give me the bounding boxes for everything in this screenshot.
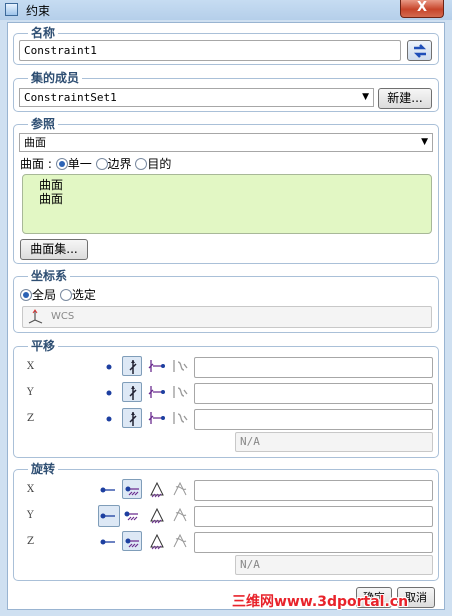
rotation-x-input[interactable] (194, 480, 433, 501)
chevron-down-icon: ▼ (362, 92, 369, 102)
function-icon[interactable] (170, 408, 190, 428)
translation-y-label: Y (27, 387, 34, 398)
radio-global-label: 全局 (32, 288, 57, 302)
translation-na-field: N/A (235, 432, 433, 452)
coord-section-title: 坐标系 (28, 269, 71, 283)
set-dropdown[interactable]: ConstraintSet1 ▼ (19, 88, 374, 107)
radio-boundary-label: 边界 (107, 157, 132, 171)
free-rotation-icon[interactable] (98, 505, 120, 527)
csys-icon (28, 309, 43, 324)
function-rotation-icon[interactable] (170, 531, 190, 551)
free-dot-icon[interactable] (99, 357, 119, 377)
csys-field[interactable]: WCS (22, 306, 432, 328)
radio-intent-label: 目的 (147, 157, 172, 171)
free-rotation-icon[interactable] (99, 480, 119, 500)
name-section-title: 名称 (28, 26, 59, 40)
surface-set-button[interactable]: 曲面集... (20, 239, 88, 260)
function-icon[interactable] (170, 382, 190, 402)
radio-single-label: 单一 (67, 157, 92, 171)
function-icon[interactable] (170, 356, 190, 376)
translation-x-input[interactable] (194, 357, 433, 378)
translation-x-label: X (27, 361, 35, 372)
rotation-na-field: N/A (235, 555, 433, 575)
translation-z-label: Z (27, 413, 34, 424)
reference-collector[interactable]: 曲面 曲面 (22, 174, 432, 234)
free-rotation-icon[interactable] (99, 532, 119, 552)
set-section-title: 集的成员 (28, 71, 83, 85)
fixed-arrow-icon[interactable] (122, 382, 142, 402)
reference-type-value: 曲面 (24, 136, 46, 149)
translation-section-title: 平移 (28, 339, 59, 353)
csys-value: WCS (51, 311, 75, 322)
fixed-arrow-icon[interactable] (122, 356, 142, 376)
free-dot-icon[interactable] (99, 383, 119, 403)
function-rotation-icon[interactable] (170, 505, 190, 525)
title-bar: 约束 X (0, 0, 452, 20)
prescribed-icon[interactable] (147, 382, 167, 402)
rotation-z-label: Z (27, 536, 34, 547)
radio-selected[interactable] (59, 289, 72, 301)
site-watermark: 三维网www.3dportal.cn (232, 594, 409, 610)
radio-selected-label: 选定 (71, 288, 96, 302)
rotation-section-title: 旋转 (28, 462, 59, 476)
rotation-x-label: X (27, 484, 35, 495)
rotation-z-input[interactable] (194, 532, 433, 553)
prescribed-icon[interactable] (147, 356, 167, 376)
new-set-button[interactable]: 新建... (378, 88, 432, 109)
reference-options-row: 曲面 : 单一 边界 目的 (20, 155, 171, 172)
fixed-rotation-icon[interactable] (122, 479, 142, 499)
list-item[interactable]: 曲面 (39, 192, 415, 206)
radio-intent[interactable] (135, 158, 148, 170)
fixed-rotation-icon[interactable] (122, 531, 142, 551)
rotation-y-input[interactable] (194, 506, 433, 527)
prescribed-rotation-icon[interactable] (147, 505, 167, 525)
name-input[interactable]: Constraint1 (19, 40, 401, 61)
swap-button[interactable] (407, 40, 432, 61)
blue-swap-icon (413, 44, 426, 58)
radio-single[interactable] (55, 158, 68, 170)
radio-boundary[interactable] (95, 158, 108, 170)
free-dot-icon[interactable] (99, 409, 119, 429)
translation-z-input[interactable] (194, 409, 433, 430)
list-item[interactable]: 曲面 (39, 178, 415, 192)
prescribed-rotation-icon[interactable] (147, 531, 167, 551)
fixed-arrow-icon[interactable] (122, 408, 142, 428)
reference-type-dropdown[interactable]: 曲面 ▼ (19, 133, 433, 152)
reference-section-title: 参照 (28, 117, 59, 131)
window-icon (5, 3, 18, 16)
rotation-y-label: Y (27, 510, 34, 521)
close-button[interactable]: X (400, 0, 444, 18)
prescribed-rotation-icon[interactable] (147, 479, 167, 499)
surface-label: 曲面 : (20, 157, 52, 171)
chevron-down-icon: ▼ (421, 137, 428, 147)
prescribed-icon[interactable] (147, 408, 167, 428)
translation-y-input[interactable] (194, 383, 433, 404)
window-title: 约束 (26, 4, 51, 18)
set-dropdown-value: ConstraintSet1 (24, 91, 117, 104)
fixed-rotation-icon[interactable] (122, 505, 142, 525)
coord-options-row: 全局 选定 (20, 286, 96, 303)
radio-global[interactable] (20, 289, 32, 301)
function-rotation-icon[interactable] (170, 479, 190, 499)
